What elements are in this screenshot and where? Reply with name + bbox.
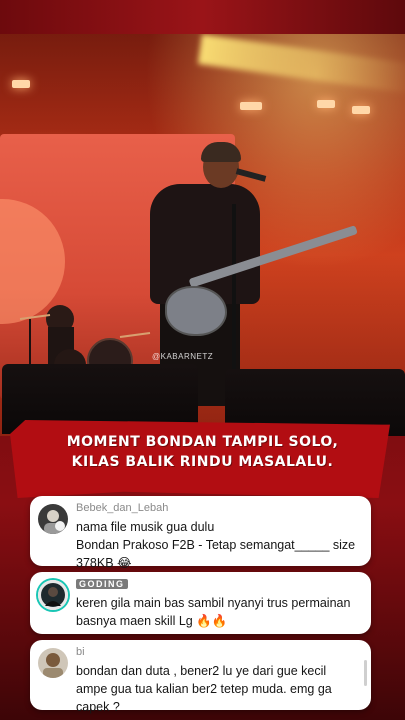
caption-line-2: KILAS BALIK RINDU MASALALU.	[71, 454, 334, 470]
comment-line: basnya maen skill Lg 🔥🔥	[76, 614, 228, 628]
avatar[interactable]	[38, 648, 68, 678]
beanie	[201, 142, 241, 162]
bass-guitar-body	[165, 286, 227, 336]
musician	[150, 184, 260, 304]
comment-card[interactable]: bi bondan dan duta , bener2 lu ye dari g…	[30, 640, 371, 714]
caption-line-1: MOMENT BONDAN TAMPIL SOLO,	[66, 434, 339, 450]
avatar[interactable]	[38, 580, 68, 610]
caption-title: MOMENT BONDAN TAMPIL SOLO, KILAS BALIK R…	[20, 432, 385, 472]
profile-photo-icon	[38, 504, 68, 534]
profile-photo-icon	[38, 648, 68, 678]
profile-photo-icon	[38, 580, 68, 610]
comment-username[interactable]: bi	[76, 646, 85, 658]
comment-text: keren gila main bas sambil nyanyi trus p…	[76, 594, 363, 630]
comment-username-text: GODING	[76, 579, 128, 589]
comment-card[interactable]: GODING keren gila main bas sambil nyanyi…	[30, 572, 371, 634]
comment-line: keren gila main bas sambil nyanyi trus p…	[76, 596, 351, 610]
comment-text: bondan dan duta , bener2 lu ye dari gue …	[76, 662, 363, 716]
comment-text: nama file musik gua dulu Bondan Prakoso …	[76, 518, 363, 572]
stage-light	[317, 100, 335, 108]
stage-light	[240, 102, 262, 110]
comment-line: bondan dan duta , bener2 lu ye dari gue …	[76, 664, 327, 678]
comment-scrollbar[interactable]	[364, 660, 367, 686]
watermark: @KABARNETZ	[152, 352, 214, 361]
shorts-video-frame: @KABARNETZ MOMENT BONDAN TAMPIL SOLO, KI…	[0, 0, 405, 720]
comment-line: capek ?	[76, 700, 120, 714]
comment-username[interactable]: Bebek_dan_Lebah	[76, 502, 168, 514]
comment-line: 378KB 😂	[76, 556, 132, 570]
comment-line: Bondan Prakoso F2B - Tetap semangat_____…	[76, 538, 356, 552]
comment-line: ampe gua tua kalian ber2 tetep muda. emg…	[76, 682, 332, 696]
microphone-icon	[235, 168, 267, 182]
comment-username[interactable]: GODING	[76, 578, 128, 590]
concert-photo[interactable]: @KABARNETZ	[0, 34, 405, 436]
avatar[interactable]	[38, 504, 68, 534]
top-band	[0, 0, 405, 34]
stage-light	[352, 106, 370, 114]
comment-card[interactable]: Bebek_dan_Lebah nama file musik gua dulu…	[30, 496, 371, 570]
stage-light	[12, 80, 30, 88]
comment-line: nama file musik gua dulu	[76, 520, 215, 534]
spotlight-beam	[197, 34, 405, 95]
